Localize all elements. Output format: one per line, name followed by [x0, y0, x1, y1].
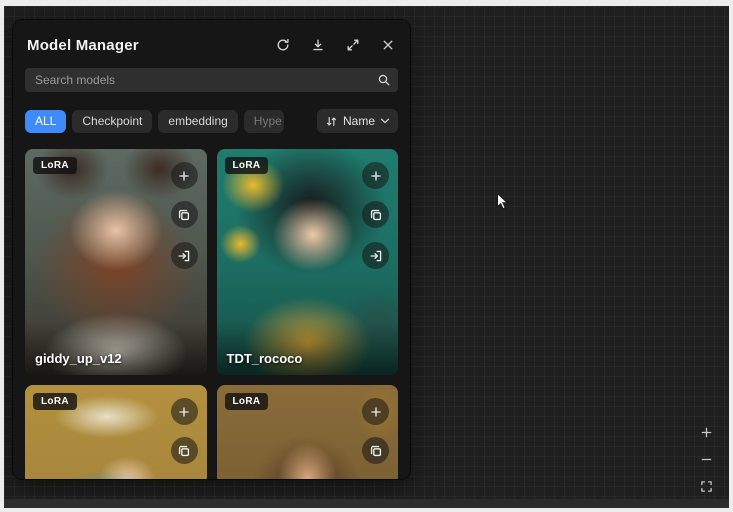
node-editor-canvas[interactable]: Model Manager: [4, 6, 729, 508]
add-button[interactable]: [171, 398, 198, 425]
mouse-cursor: [496, 192, 510, 217]
model-type-badge: LoRA: [33, 393, 77, 410]
plus-icon: [177, 405, 191, 419]
model-manager-panel: Model Manager: [13, 20, 410, 479]
canvas-controls: [696, 422, 716, 496]
close-icon: [381, 38, 395, 52]
copy-icon: [177, 208, 191, 222]
copy-button[interactable]: [171, 201, 198, 228]
minus-icon: [700, 453, 713, 466]
bottom-strip: [4, 499, 729, 508]
model-type-badge: LoRA: [225, 157, 269, 174]
copy-button[interactable]: [171, 437, 198, 464]
model-card[interactable]: LoRA giddy_up_v12: [25, 149, 207, 375]
search-bar: [25, 68, 398, 92]
filter-tab-hypernetwork[interactable]: Hype: [244, 110, 284, 133]
download-button[interactable]: [306, 33, 330, 57]
model-name: TDT_rococo: [227, 351, 303, 366]
close-button[interactable]: [376, 33, 400, 57]
header-actions: [271, 33, 400, 57]
chevron-down-icon: [380, 118, 390, 124]
filter-tab-all[interactable]: ALL: [25, 110, 66, 133]
load-workflow-button[interactable]: [171, 242, 198, 269]
expand-button[interactable]: [341, 33, 365, 57]
sort-label: Name: [343, 114, 375, 128]
refresh-button[interactable]: [271, 33, 295, 57]
add-button[interactable]: [362, 162, 389, 189]
sort-icon: [325, 115, 338, 128]
model-card[interactable]: LoRA: [217, 385, 399, 479]
copy-icon: [369, 208, 383, 222]
card-shade: [217, 321, 399, 375]
model-grid: LoRA giddy_up_v12: [25, 149, 398, 479]
cursor-icon: [496, 192, 510, 212]
fit-view-button[interactable]: [696, 476, 716, 496]
fit-view-icon: [700, 480, 713, 493]
plus-icon: [700, 426, 713, 439]
panel-header: Model Manager: [13, 20, 410, 65]
refresh-icon: [276, 38, 290, 52]
screenshot-frame: Model Manager: [0, 0, 733, 512]
model-name: giddy_up_v12: [35, 351, 122, 366]
filter-tabs: ALL Checkpoint embedding Hype Name: [25, 109, 398, 133]
search-icon: [377, 73, 391, 92]
add-button[interactable]: [362, 398, 389, 425]
plus-icon: [177, 169, 191, 183]
copy-icon: [369, 444, 383, 458]
plus-icon: [369, 169, 383, 183]
model-type-badge: LoRA: [33, 157, 77, 174]
expand-icon: [346, 38, 360, 52]
import-icon: [369, 249, 383, 263]
add-button[interactable]: [171, 162, 198, 189]
card-shade: [25, 321, 207, 375]
filter-tab-embedding[interactable]: embedding: [158, 110, 237, 133]
load-workflow-button[interactable]: [362, 242, 389, 269]
filter-tab-checkpoint[interactable]: Checkpoint: [72, 110, 152, 133]
plus-icon: [369, 405, 383, 419]
copy-icon: [177, 444, 191, 458]
model-card[interactable]: LoRA: [25, 385, 207, 479]
download-icon: [311, 38, 325, 52]
zoom-out-button[interactable]: [696, 449, 716, 469]
zoom-in-button[interactable]: [696, 422, 716, 442]
model-type-badge: LoRA: [225, 393, 269, 410]
page-title: Model Manager: [27, 37, 139, 54]
sort-dropdown[interactable]: Name: [317, 109, 398, 133]
search-input[interactable]: [25, 68, 398, 92]
import-icon: [177, 249, 191, 263]
copy-button[interactable]: [362, 201, 389, 228]
copy-button[interactable]: [362, 437, 389, 464]
model-card[interactable]: LoRA TDT_rococo: [217, 149, 399, 375]
